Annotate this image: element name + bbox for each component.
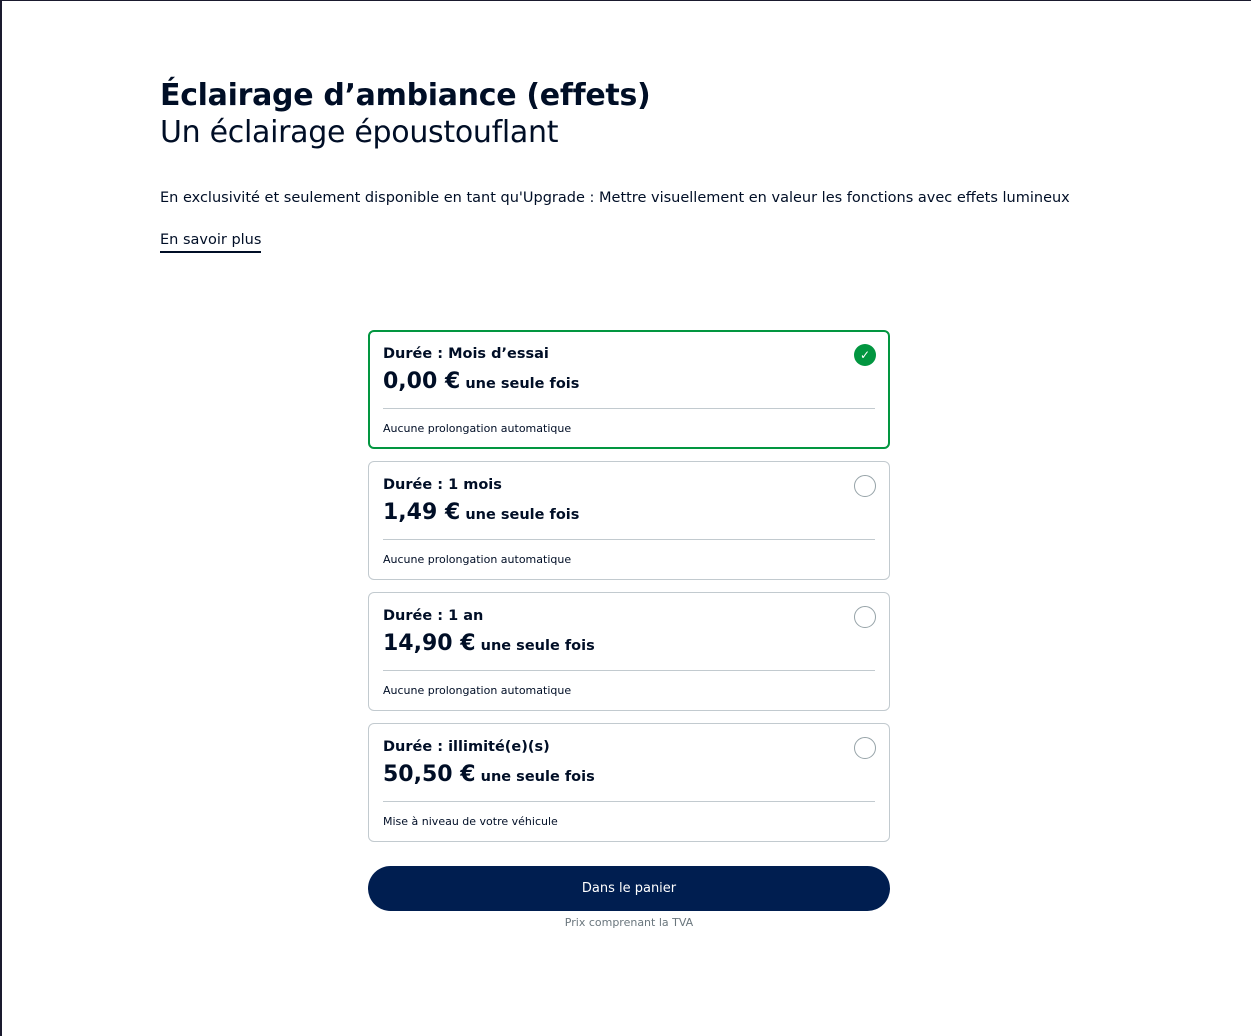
radio-empty-icon[interactable] bbox=[854, 475, 876, 497]
option-trial-month[interactable]: Durée : Mois d’essai 0,00 € une seule fo… bbox=[368, 330, 890, 449]
option-price-row: 0,00 € une seule fois bbox=[383, 369, 875, 397]
radio-empty-icon[interactable] bbox=[854, 606, 876, 628]
option-divider bbox=[383, 801, 875, 802]
learn-more-link[interactable]: En savoir plus bbox=[160, 230, 262, 253]
option-note: Aucune prolongation automatique bbox=[383, 422, 572, 435]
option-one-year[interactable]: Durée : 1 an 14,90 € une seule fois Aucu… bbox=[368, 592, 890, 711]
option-price-row: 50,50 € une seule fois bbox=[383, 762, 875, 790]
option-price-row: 1,49 € une seule fois bbox=[383, 500, 875, 528]
duration-options: Durée : Mois d’essai 0,00 € une seule fo… bbox=[368, 330, 890, 854]
option-price-suffix: une seule fois bbox=[465, 376, 580, 392]
radio-empty-icon[interactable] bbox=[854, 737, 876, 759]
option-divider bbox=[383, 670, 875, 671]
option-duration: Durée : Mois d’essai bbox=[383, 346, 549, 362]
option-unlimited[interactable]: Durée : illimité(e)(s) 50,50 € une seule… bbox=[368, 723, 890, 842]
page-header: Éclairage d’ambiance (effets) Un éclaira… bbox=[160, 77, 651, 151]
option-duration: Durée : 1 an bbox=[383, 608, 484, 624]
option-note: Mise à niveau de votre véhicule bbox=[383, 815, 558, 828]
option-divider bbox=[383, 408, 875, 409]
option-duration: Durée : illimité(e)(s) bbox=[383, 739, 550, 755]
option-duration: Durée : 1 mois bbox=[383, 477, 502, 493]
option-price: 14,90 € bbox=[383, 631, 476, 656]
option-note: Aucune prolongation automatique bbox=[383, 553, 572, 566]
page-subtitle: Un éclairage époustouflant bbox=[160, 115, 559, 150]
option-divider bbox=[383, 539, 875, 540]
check-circle-icon[interactable]: ✓ bbox=[854, 344, 876, 366]
option-one-month[interactable]: Durée : 1 mois 1,49 € une seule fois Auc… bbox=[368, 461, 890, 580]
option-price-suffix: une seule fois bbox=[480, 638, 595, 654]
option-price: 0,00 € bbox=[383, 369, 461, 394]
option-price-row: 14,90 € une seule fois bbox=[383, 631, 875, 659]
option-price: 50,50 € bbox=[383, 762, 476, 787]
page-title: Éclairage d’ambiance (effets) bbox=[160, 78, 651, 113]
option-price-suffix: une seule fois bbox=[465, 507, 580, 523]
option-price: 1,49 € bbox=[383, 500, 461, 525]
feature-description: En exclusivité et seulement disponible e… bbox=[160, 190, 1070, 206]
add-to-cart-button[interactable]: Dans le panier bbox=[368, 866, 890, 911]
option-price-suffix: une seule fois bbox=[480, 769, 595, 785]
option-note: Aucune prolongation automatique bbox=[383, 684, 572, 697]
vat-note: Prix comprenant la TVA bbox=[564, 916, 694, 929]
